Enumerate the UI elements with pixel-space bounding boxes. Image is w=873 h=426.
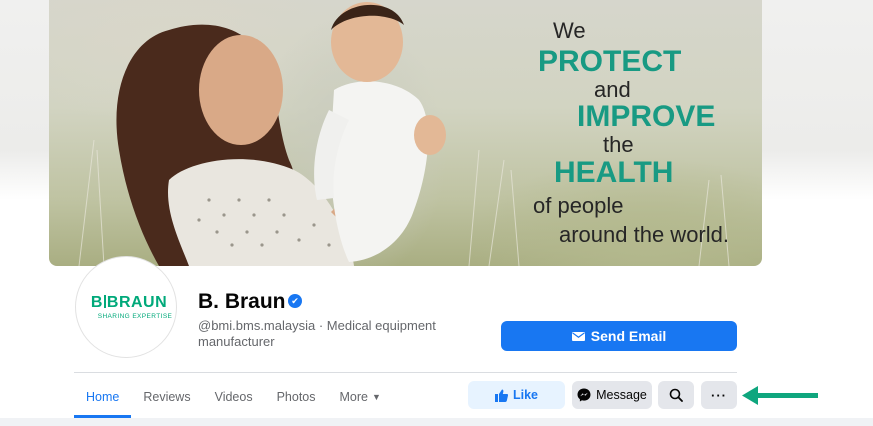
- profile-avatar[interactable]: B BRAUN SHARING EXPERTISE: [75, 256, 177, 358]
- annotation-arrow-icon: [742, 386, 818, 405]
- tab-videos-label: Videos: [214, 390, 253, 404]
- message-label: Message: [596, 388, 647, 402]
- caret-down-icon: ▼: [372, 392, 381, 402]
- page-tabs: Home Reviews Videos Photos More ▼: [74, 377, 393, 418]
- search-icon: [669, 388, 683, 402]
- like-label: Like: [512, 388, 538, 402]
- tagline-line-3: and: [594, 77, 631, 102]
- tab-more[interactable]: More ▼: [328, 377, 393, 417]
- like-button[interactable]: Like: [468, 381, 565, 409]
- more-options-button[interactable]: ···: [701, 381, 737, 409]
- tagline-line-6: HEALTH: [554, 156, 674, 189]
- tab-more-label: More: [339, 390, 368, 404]
- verified-check-icon: ✔: [288, 294, 302, 308]
- tagline-line-8: around the world.: [559, 222, 729, 247]
- header-divider: [74, 372, 737, 373]
- cover-photo[interactable]: We PROTECT and IMPROVE the HEALTH of peo…: [49, 0, 762, 266]
- send-email-label: Send Email: [590, 328, 667, 344]
- tagline-line-2: PROTECT: [538, 45, 682, 78]
- tagline-line-7: of people: [533, 193, 624, 218]
- envelope-icon: [571, 331, 585, 341]
- tab-photos-label: Photos: [276, 390, 316, 404]
- message-button[interactable]: Message: [572, 381, 652, 409]
- tab-home-label: Home: [86, 390, 120, 404]
- page-handle-category: @bmi.bms.malaysia · Medical equipment ma…: [198, 318, 436, 349]
- tab-videos[interactable]: Videos: [203, 377, 265, 417]
- tab-home[interactable]: Home: [74, 377, 132, 418]
- search-button[interactable]: [658, 381, 694, 409]
- send-email-button[interactable]: Send Email: [501, 321, 737, 351]
- messenger-icon: [577, 388, 591, 402]
- cover-tagline: We PROTECT and IMPROVE the HEALTH of peo…: [49, 0, 762, 266]
- page-title: B. Braun: [198, 290, 286, 313]
- brand-logo: B BRAUN: [90, 294, 168, 311]
- page-bottom-band: [0, 418, 873, 426]
- tagline-line-5: the: [603, 132, 634, 157]
- more-dots-icon: ···: [711, 387, 727, 403]
- tagline-line-4: IMPROVE: [577, 100, 716, 133]
- tab-photos[interactable]: Photos: [265, 377, 328, 417]
- tab-reviews[interactable]: Reviews: [131, 377, 202, 417]
- thumbs-up-icon: [494, 389, 508, 402]
- brand-logo-subtext: SHARING EXPERTISE: [97, 313, 173, 320]
- tagline-line-1: We: [553, 18, 586, 43]
- tab-reviews-label: Reviews: [143, 390, 191, 404]
